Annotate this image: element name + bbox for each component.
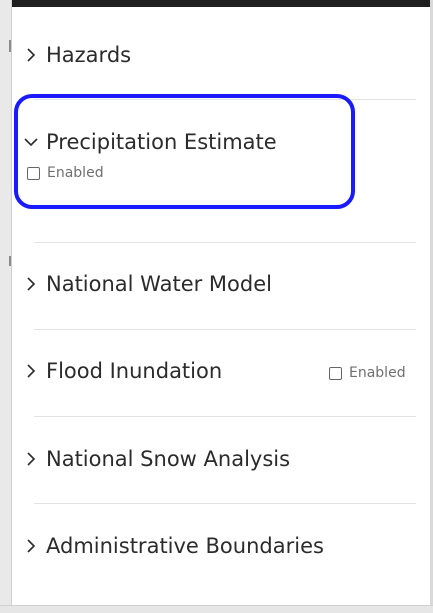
national-snow-analysis-header[interactable]: National Snow Analysis: [22, 444, 405, 474]
chevron-down-icon: [22, 133, 40, 151]
section-divider: [34, 416, 416, 417]
section-title: Hazards: [46, 43, 132, 67]
section-hazards: Hazards: [22, 40, 405, 70]
hazards-header[interactable]: Hazards: [22, 40, 405, 70]
bottom-edge: [0, 605, 433, 613]
section-title: National Water Model: [46, 272, 272, 296]
precipitation-header[interactable]: Precipitation Estimate: [22, 127, 405, 157]
national-water-model-header[interactable]: National Water Model: [22, 269, 405, 299]
chevron-right-icon: [22, 46, 40, 64]
section-divider: [34, 503, 416, 504]
precipitation-enabled-toggle[interactable]: Enabled: [27, 165, 104, 181]
enabled-checkbox[interactable]: [27, 166, 40, 180]
enabled-checkbox[interactable]: [329, 366, 342, 380]
layers-panel: [12, 7, 430, 605]
section-precipitation-estimate: Precipitation Estimate Enabled: [22, 127, 405, 181]
section-divider: [34, 242, 416, 243]
chevron-right-icon: [22, 450, 40, 468]
chevron-right-icon: [22, 537, 40, 555]
section-title: Precipitation Estimate: [46, 130, 277, 154]
section-national-water-model: National Water Model: [22, 269, 405, 299]
enabled-label: Enabled: [349, 365, 406, 381]
edge-mark: [9, 256, 11, 266]
administrative-boundaries-header[interactable]: Administrative Boundaries: [22, 531, 405, 561]
left-edge-strip: [0, 0, 12, 613]
window-top-border: [0, 0, 433, 7]
edge-mark: [9, 40, 11, 52]
flood-enabled-toggle[interactable]: Enabled: [329, 365, 406, 381]
section-title: Flood Inundation: [46, 359, 223, 383]
section-title: National Snow Analysis: [46, 447, 291, 471]
section-national-snow-analysis: National Snow Analysis: [22, 444, 405, 474]
section-administrative-boundaries: Administrative Boundaries: [22, 531, 405, 561]
chevron-right-icon: [22, 275, 40, 293]
section-title: Administrative Boundaries: [46, 534, 324, 558]
section-flood-inundation: Flood Inundation Enabled: [22, 356, 406, 386]
chevron-right-icon: [22, 362, 40, 380]
section-divider: [34, 99, 416, 100]
enabled-label: Enabled: [47, 165, 104, 181]
section-divider: [34, 329, 416, 330]
